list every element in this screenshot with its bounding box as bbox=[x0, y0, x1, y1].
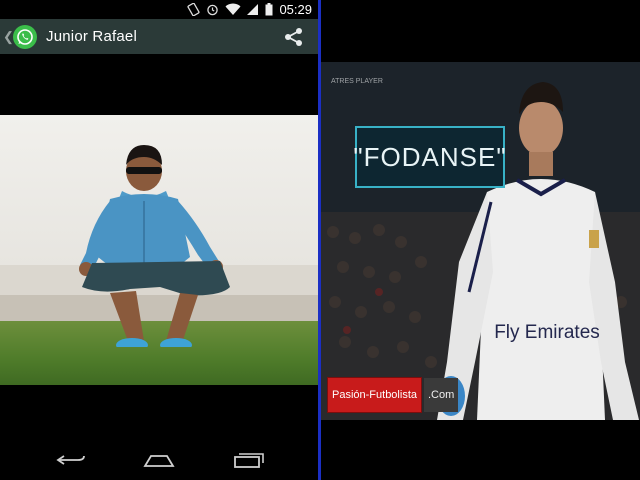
signal-icon bbox=[247, 4, 259, 15]
video-caption-box: "FODANSE" bbox=[353, 126, 507, 188]
whatsapp-icon[interactable] bbox=[13, 24, 37, 49]
watermark-site: Pasión-Futbolista bbox=[327, 377, 422, 413]
video-caption: "FODANSE" bbox=[353, 141, 507, 172]
status-bar: 05:29 bbox=[0, 0, 318, 19]
watermark-domain: .Com bbox=[424, 378, 459, 412]
recent-apps-icon[interactable] bbox=[233, 452, 265, 468]
person-figure bbox=[79, 145, 230, 347]
share-icon[interactable] bbox=[284, 27, 304, 47]
profile-photo-viewer: 05:29 ❮ Junior Rafael bbox=[0, 0, 318, 480]
wifi-icon bbox=[225, 3, 241, 15]
broadcaster-logo: ATRES PLAYER bbox=[331, 78, 383, 85]
status-time: 05:29 bbox=[279, 2, 312, 17]
app-bar: ❮ Junior Rafael bbox=[0, 19, 318, 54]
alarm-icon bbox=[207, 4, 219, 16]
home-icon[interactable] bbox=[143, 452, 175, 468]
battery-icon bbox=[265, 3, 273, 16]
video-panel[interactable]: ATRES PLAYER Fly Emirates "FODANSE" Pasi… bbox=[321, 0, 640, 480]
status-icons: 05:29 bbox=[187, 1, 312, 18]
player-figure: Fly Emirates bbox=[437, 82, 639, 420]
nav-bar bbox=[0, 440, 318, 480]
watermark: Pasión-Futbolista .Com bbox=[327, 377, 459, 413]
contact-name[interactable]: Junior Rafael bbox=[46, 28, 137, 45]
profile-photo bbox=[0, 115, 318, 385]
rotate-icon bbox=[187, 3, 201, 16]
video-frame: ATRES PLAYER Fly Emirates "FODANSE" Pasi… bbox=[321, 62, 640, 420]
back-icon[interactable] bbox=[56, 452, 86, 468]
jersey-sponsor: Fly Emirates bbox=[494, 322, 600, 343]
chevron-left-icon[interactable]: ❮ bbox=[3, 29, 14, 45]
